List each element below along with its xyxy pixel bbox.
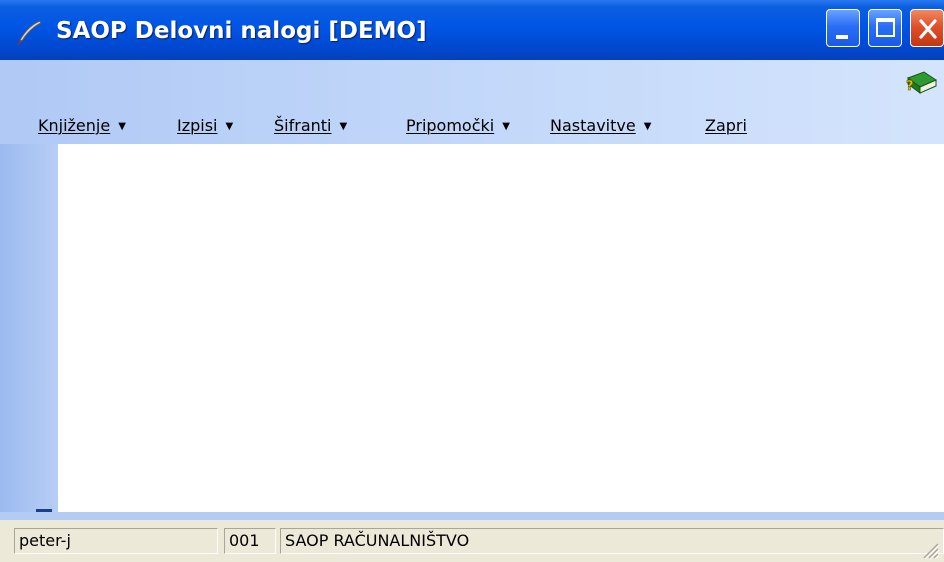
menu-izpisi-label: Izpisi [177, 116, 218, 135]
window-title: SAOP Delovni nalogi [DEMO] [56, 18, 427, 44]
minimize-button[interactable] [826, 9, 860, 47]
menu-pripomocki[interactable]: Pripomočki ▼ [406, 114, 510, 138]
dropdown-arrow-icon: ▼ [225, 121, 234, 132]
menu-nastavitve-label: Nastavitve [550, 116, 636, 135]
dropdown-arrow-icon: ▼ [118, 121, 126, 132]
menu-izpisi[interactable]: Izpisi ▼ [177, 114, 233, 138]
client-area: ? Knjiženje ▼ Izpisi ▼ Šifranti ▼ Pripomočk… [0, 60, 944, 528]
dropdown-arrow-icon: ▼ [502, 121, 510, 132]
workspace-area [58, 144, 944, 528]
side-panel [0, 144, 58, 523]
menu-zapri-label: Zapri [705, 116, 747, 135]
close-button[interactable] [910, 9, 944, 47]
menu-knjizenje[interactable]: Knjiženje ▼ [38, 114, 126, 138]
menu-sifranti-label: Šifranti [274, 116, 332, 135]
bottom-edge [0, 512, 944, 520]
menu-sifranti[interactable]: Šifranti ▼ [274, 114, 347, 138]
minimize-icon [836, 35, 848, 39]
help-book-icon[interactable]: ? [904, 68, 940, 98]
menu-zapri[interactable]: Zapri [705, 114, 747, 138]
menu-bar: ? Knjiženje ▼ Izpisi ▼ Šifranti ▼ Pripomočk… [0, 60, 944, 144]
app-window: SAOP Delovni nalogi [DEMO] ? Knjiženje ▼… [0, 0, 944, 562]
menu-knjizenje-label: Knjiženje [38, 116, 111, 135]
resize-grip-icon[interactable] [920, 540, 940, 560]
menu-pripomocki-label: Pripomočki [406, 116, 495, 135]
menu-nastavitve[interactable]: Nastavitve ▼ [550, 114, 651, 138]
status-user: peter-j [14, 528, 218, 554]
status-company-name: SAOP RAČUNALNIŠTVO [280, 528, 944, 554]
maximize-icon [876, 18, 895, 37]
title-bar[interactable]: SAOP Delovni nalogi [DEMO] [0, 0, 944, 60]
status-company-code: 001 [224, 528, 276, 554]
status-bar: peter-j 001 SAOP RAČUNALNIŠTVO [0, 520, 944, 562]
close-icon [919, 19, 937, 39]
quill-icon [17, 20, 42, 46]
maximize-button[interactable] [868, 9, 902, 47]
dropdown-arrow-icon: ▼ [339, 121, 348, 132]
dropdown-arrow-icon: ▼ [643, 121, 652, 132]
svg-text:?: ? [906, 79, 914, 94]
